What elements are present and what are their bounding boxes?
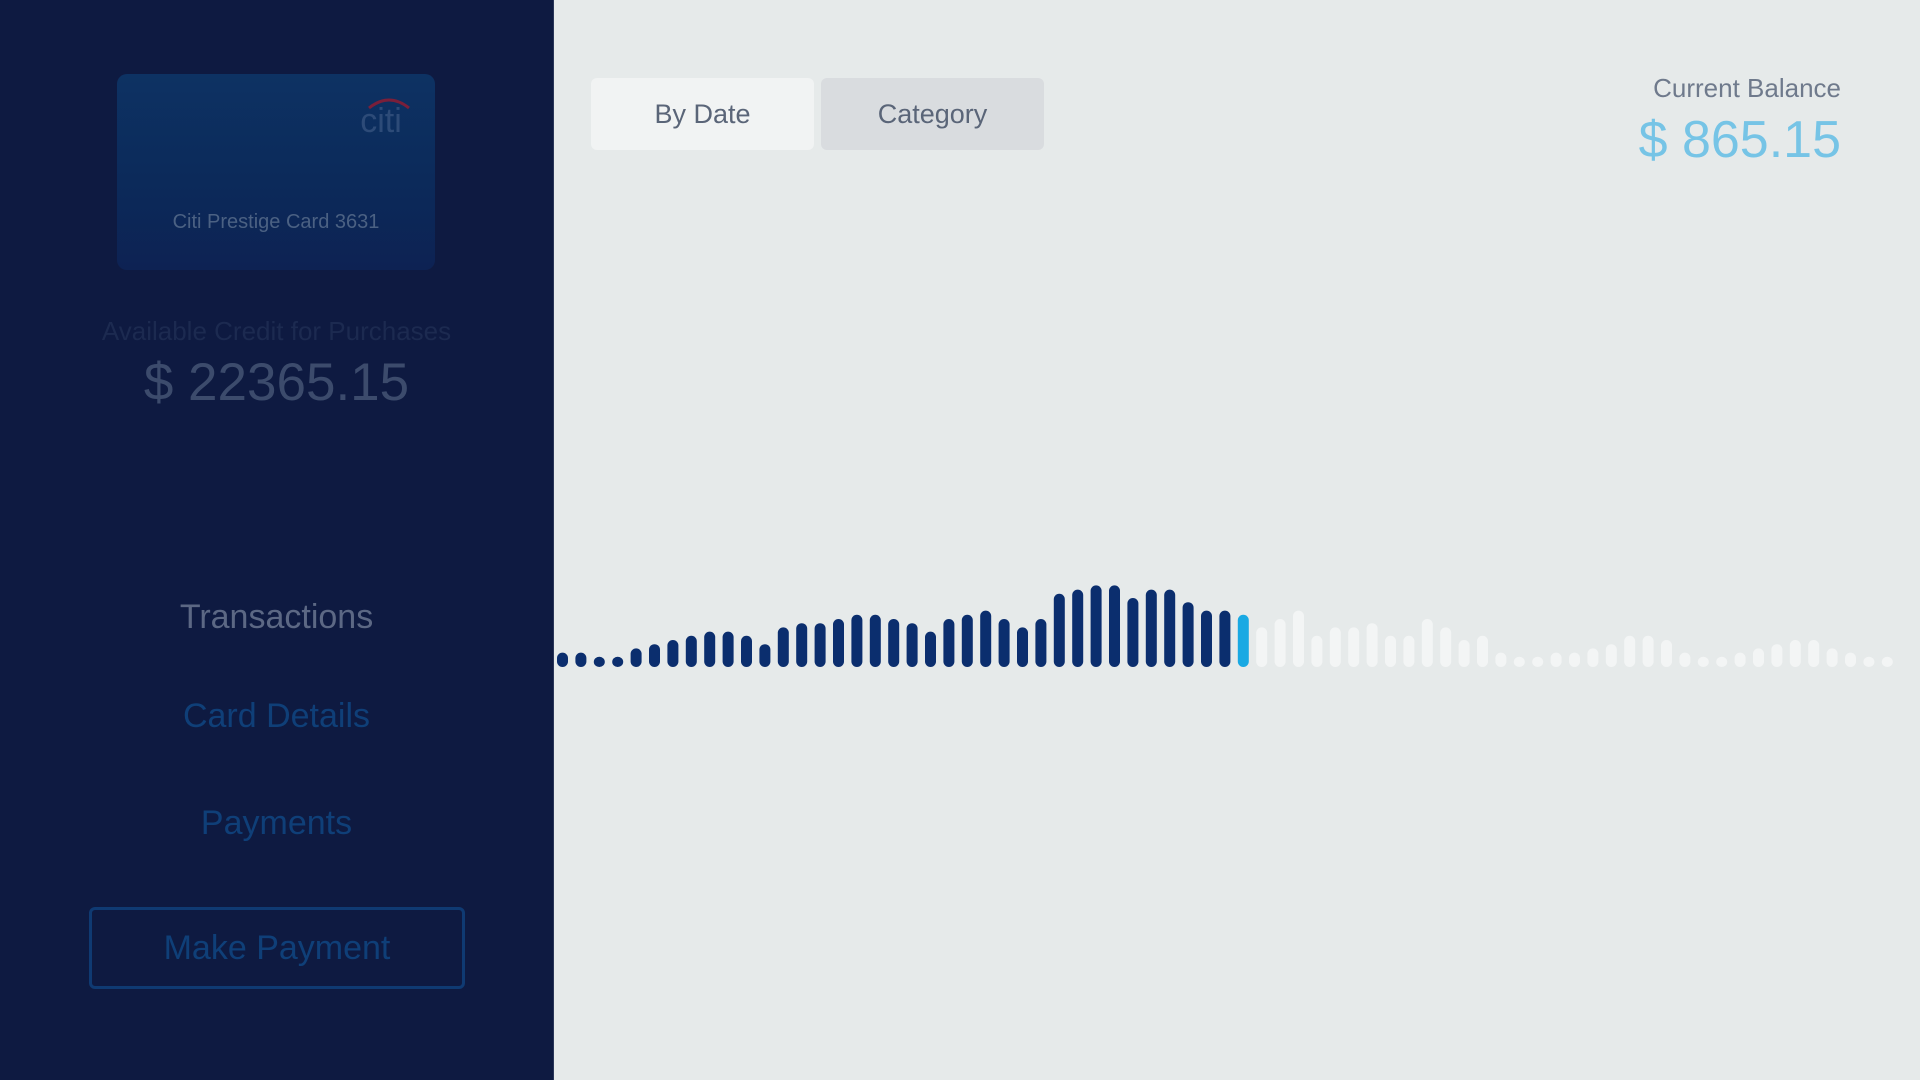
chart-bar[interactable] [1532,656,1544,667]
chart-bar[interactable] [980,610,992,667]
chart-bar[interactable] [1090,585,1102,667]
divider [553,0,554,1080]
available-credit-label: Available Credit for Purchases [101,316,452,346]
chart-bar[interactable] [1421,619,1433,667]
chart-bar[interactable] [1863,656,1875,667]
chart-bar[interactable] [1771,644,1783,667]
chart-bar[interactable] [998,619,1010,667]
chart-bar[interactable] [777,627,789,667]
chart-bar[interactable] [1293,610,1304,667]
chart-bar[interactable] [1164,589,1176,667]
current-balance-label: Current Balance [1653,73,1841,103]
chart-bar[interactable] [1477,635,1488,667]
chart-bar[interactable] [1679,652,1691,667]
chart-bar[interactable] [906,623,918,667]
chart-bar[interactable] [1201,610,1212,667]
tab-category[interactable]: Category [821,78,1044,150]
chart-bar[interactable] [1440,627,1452,667]
chart-bar[interactable] [943,619,955,667]
chart-bar[interactable] [575,652,587,667]
available-credit-value: $ 22365.15 [143,353,410,412]
chart-bar[interactable] [1182,602,1194,667]
chart-bar[interactable] [1053,593,1065,667]
chart-bar[interactable] [851,614,863,667]
nav-item-transactions[interactable]: Transactions [0,598,553,637]
chart-bar[interactable] [1826,648,1838,667]
chart-bar[interactable] [1348,627,1360,667]
chart-bar[interactable] [1458,640,1470,667]
chart-bar[interactable] [1017,627,1028,667]
chart-bar[interactable] [1550,652,1562,667]
chart-bar[interactable] [1127,598,1139,667]
chart-bar[interactable] [1587,648,1599,667]
chart-bar[interactable] [1109,585,1120,667]
chart-bar[interactable] [685,635,697,667]
chart-bar[interactable] [1072,589,1084,667]
credit-card-image[interactable]: citi Citi Prestige Card 3631 [117,74,435,270]
card-brand: citi [360,102,402,136]
chart-bar-selected[interactable] [1237,614,1249,667]
chart-bar[interactable] [888,619,900,667]
chart-bar[interactable] [1881,656,1893,667]
card-name: Citi Prestige Card 3631 [172,211,380,233]
chart-bar[interactable] [1035,619,1047,667]
chart-bar[interactable] [1513,656,1525,667]
chart-bar[interactable] [741,635,752,667]
chart-bar[interactable] [961,614,973,667]
chart-bar[interactable] [1366,623,1378,667]
chart-bar[interactable] [1329,627,1341,667]
chart-bar[interactable] [925,631,936,667]
nav-item-payments[interactable]: Payments [0,804,553,843]
chart-bar[interactable] [630,648,642,667]
chart-bar[interactable] [1385,635,1396,667]
chart-bar[interactable] [869,614,881,667]
chart-bar[interactable] [1716,656,1728,667]
chart-bar[interactable] [667,640,679,667]
chart-bar[interactable] [1845,652,1856,667]
chart-bar[interactable] [1219,610,1231,667]
make-payment-button[interactable]: Make Payment [89,907,465,989]
chart-bar[interactable] [759,644,771,667]
chart-bar[interactable] [1495,652,1507,667]
chart-bar[interactable] [557,652,568,667]
chart-bar[interactable] [1624,635,1636,667]
chart-bar[interactable] [814,623,826,667]
current-balance-value: $ 865.15 [1638,111,1841,169]
chart-bar[interactable] [1808,640,1820,667]
chart-bar[interactable] [1661,640,1672,667]
chart-bar[interactable] [1697,656,1709,667]
chart-bar[interactable] [796,623,808,667]
chart-bar[interactable] [1403,635,1415,667]
spending-bar-chart[interactable] [553,560,1920,680]
chart-bar[interactable] [1569,652,1580,667]
chart-bar[interactable] [1642,635,1654,667]
chart-bar[interactable] [833,619,844,667]
tab-by-date[interactable]: By Date [591,78,814,150]
chart-bar[interactable] [593,656,605,667]
chart-bar[interactable] [1605,644,1617,667]
nav-item-card-details[interactable]: Card Details [0,697,553,736]
chart-bar[interactable] [704,631,716,667]
chart-bar[interactable] [722,631,734,667]
chart-bar[interactable] [1274,619,1286,667]
chart-bar[interactable] [612,656,624,667]
chart-bar[interactable] [1789,640,1801,667]
chart-bar[interactable] [649,644,660,667]
chart-bar[interactable] [1256,627,1268,667]
chart-bar[interactable] [1734,652,1746,667]
citi-logo-icon: citi [360,98,410,136]
sidebar: citi Citi Prestige Card 3631 Available C… [0,0,553,1080]
chart-bar[interactable] [1311,635,1323,667]
chart-bar[interactable] [1145,589,1157,667]
chart-bar[interactable] [1753,648,1764,667]
